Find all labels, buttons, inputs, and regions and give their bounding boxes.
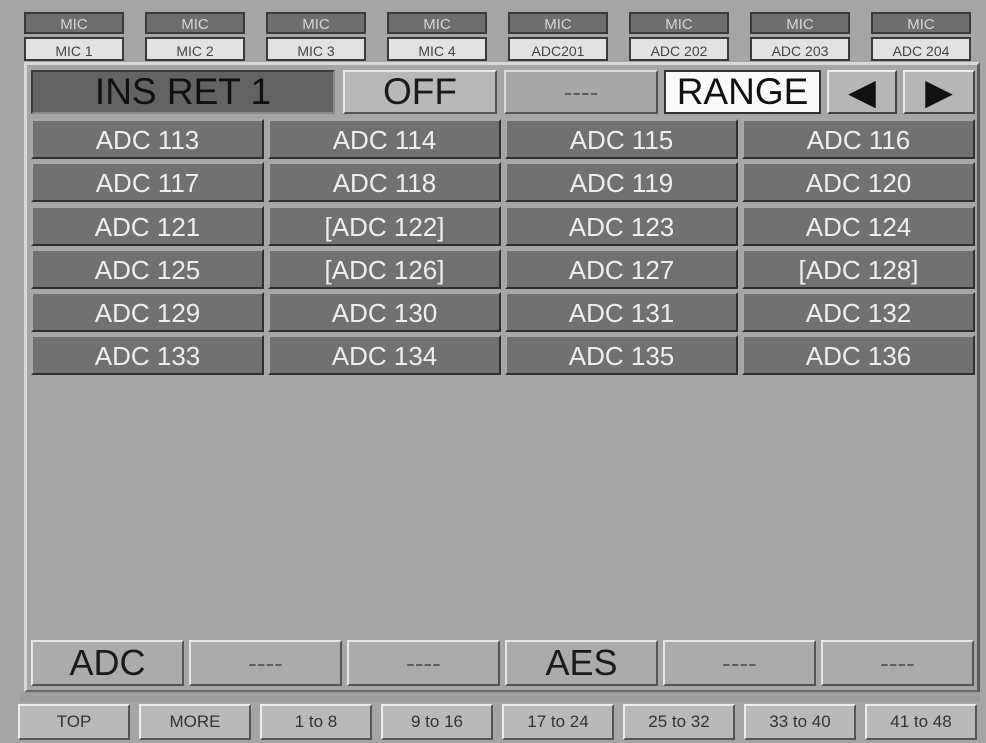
off-button[interactable]: OFF: [343, 70, 497, 114]
patch-row: ADC 121 [ADC 122] ADC 123 ADC 124: [31, 205, 977, 249]
patch-grid: ADC 113 ADC 114 ADC 115 ADC 116 ADC 117 …: [31, 119, 977, 379]
patch-button[interactable]: ADC 124: [742, 205, 975, 246]
channel-category: MIC: [508, 12, 608, 34]
screen: MIC MIC 1 MIC MIC 2 MIC MIC 3 MIC MIC 4 …: [0, 0, 986, 743]
popup-title: INS RET 1: [31, 70, 335, 114]
channel-name: MIC 4: [387, 37, 487, 61]
patch-button[interactable]: ADC 116: [742, 119, 975, 159]
category-empty-button[interactable]: ----: [821, 640, 974, 686]
category-adc-button[interactable]: ADC: [31, 640, 184, 686]
patch-button[interactable]: ADC 119: [505, 162, 738, 203]
patch-row: ADC 133 ADC 134 ADC 135 ADC 136: [31, 335, 977, 378]
channel-category: MIC: [750, 12, 850, 34]
patch-row: ADC 125 [ADC 126] ADC 127 [ADC 128]: [31, 248, 977, 292]
channel-category: MIC: [24, 12, 124, 34]
patch-button[interactable]: ADC 129: [31, 292, 264, 333]
bank-25-32-button[interactable]: 25 to 32: [623, 704, 735, 740]
arrow-left-icon: ◀: [848, 71, 876, 112]
channel-name: ADC 204: [871, 37, 971, 61]
empty-slot-button[interactable]: ----: [504, 70, 658, 114]
patch-button[interactable]: ADC 136: [742, 335, 975, 376]
channel-name: MIC 3: [266, 37, 366, 61]
patch-button[interactable]: [ADC 126]: [268, 248, 501, 289]
patch-row: ADC 113 ADC 114 ADC 115 ADC 116: [31, 119, 977, 162]
footer-bar: TOP MORE 1 to 8 9 to 16 17 to 24 25 to 3…: [18, 704, 982, 740]
channel-name: ADC 202: [629, 37, 729, 61]
range-button[interactable]: RANGE: [664, 70, 821, 114]
patch-popup: INS RET 1 OFF ---- RANGE ◀ ▶ ADC 113 ADC…: [24, 62, 980, 692]
patch-button[interactable]: ADC 131: [505, 292, 738, 333]
category-empty-button[interactable]: ----: [347, 640, 500, 686]
channel-name: ADC201: [508, 37, 608, 61]
arrow-right-icon: ▶: [925, 71, 953, 112]
patch-button[interactable]: ADC 118: [268, 162, 501, 203]
patch-button[interactable]: ADC 114: [268, 119, 501, 159]
patch-button[interactable]: ADC 132: [742, 292, 975, 333]
bank-33-40-button[interactable]: 33 to 40: [744, 704, 856, 740]
channel-name: MIC 1: [24, 37, 124, 61]
more-button[interactable]: MORE: [139, 704, 251, 740]
patch-button[interactable]: ADC 135: [505, 335, 738, 376]
patch-button[interactable]: ADC 120: [742, 162, 975, 203]
channel-category: MIC: [266, 12, 366, 34]
channel-name: ADC 203: [750, 37, 850, 61]
patch-row: ADC 117 ADC 118 ADC 119 ADC 120: [31, 162, 977, 205]
channel-category: MIC: [387, 12, 487, 34]
category-empty-button[interactable]: ----: [663, 640, 816, 686]
bank-1-8-button[interactable]: 1 to 8: [260, 704, 372, 740]
top-button[interactable]: TOP: [18, 704, 130, 740]
patch-button[interactable]: ADC 117: [31, 162, 264, 203]
patch-button[interactable]: [ADC 128]: [742, 248, 975, 289]
patch-button[interactable]: ADC 121: [31, 205, 264, 246]
channel-category: MIC: [145, 12, 245, 34]
category-selector: ADC ---- ---- AES ---- ----: [31, 640, 977, 686]
bank-9-16-button[interactable]: 9 to 16: [381, 704, 493, 740]
next-page-button[interactable]: ▶: [903, 70, 975, 114]
patch-button[interactable]: ADC 115: [505, 119, 738, 159]
category-empty-button[interactable]: ----: [189, 640, 342, 686]
patch-button[interactable]: ADC 130: [268, 292, 501, 333]
bank-41-48-button[interactable]: 41 to 48: [865, 704, 977, 740]
patch-button[interactable]: ADC 125: [31, 248, 264, 289]
patch-button[interactable]: ADC 133: [31, 335, 264, 376]
patch-button[interactable]: ADC 134: [268, 335, 501, 376]
patch-row: ADC 129 ADC 130 ADC 131 ADC 132: [31, 292, 977, 335]
channel-category: MIC: [629, 12, 729, 34]
category-aes-button[interactable]: AES: [505, 640, 658, 686]
footer-divider: [20, 692, 980, 702]
channel-name: MIC 2: [145, 37, 245, 61]
patch-button[interactable]: ADC 113: [31, 119, 264, 159]
patch-button[interactable]: ADC 123: [505, 205, 738, 246]
patch-button[interactable]: ADC 127: [505, 248, 738, 289]
channel-category: MIC: [871, 12, 971, 34]
bank-17-24-button[interactable]: 17 to 24: [502, 704, 614, 740]
patch-button[interactable]: [ADC 122]: [268, 205, 501, 246]
prev-page-button[interactable]: ◀: [827, 70, 897, 114]
